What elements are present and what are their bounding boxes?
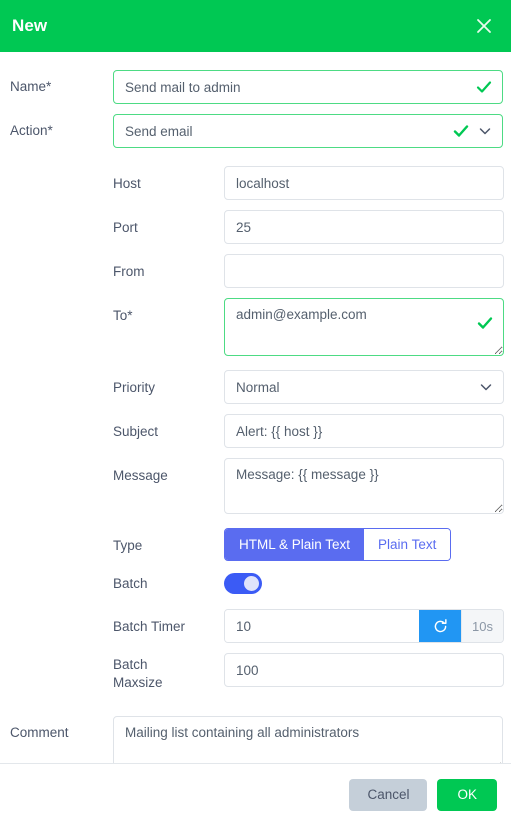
- label-message: Message: [113, 468, 168, 483]
- field-row-name: Name*: [0, 70, 511, 104]
- port-input[interactable]: [224, 210, 504, 244]
- field-from: [224, 254, 504, 288]
- refresh-icon: [434, 618, 447, 632]
- field-row-host: Host: [0, 166, 511, 200]
- field-row-type: Type HTML & Plain Text Plain Text: [0, 528, 511, 561]
- from-input[interactable]: [224, 254, 504, 288]
- field-row-subject: Subject: [0, 414, 511, 448]
- comment-textarea[interactable]: [113, 716, 503, 763]
- label-to: To*: [113, 308, 133, 323]
- field-type: HTML & Plain Text Plain Text: [224, 528, 504, 561]
- dialog-body: Name* Action*: [0, 52, 511, 763]
- label-batch: Batch: [113, 576, 148, 591]
- new-action-dialog: New Name* Action*: [0, 0, 511, 825]
- field-priority: [224, 370, 504, 404]
- field-to: [224, 298, 504, 356]
- type-segmented-control: HTML & Plain Text Plain Text: [224, 528, 452, 561]
- field-subject: [224, 414, 504, 448]
- field-row-from: From: [0, 254, 511, 288]
- batch-timer-group: 10s: [224, 609, 504, 643]
- name-input[interactable]: [113, 70, 503, 104]
- field-batch: [224, 573, 504, 599]
- batch-maxsize-input[interactable]: [224, 653, 504, 687]
- ok-button[interactable]: OK: [437, 778, 497, 811]
- label-type: Type: [113, 538, 143, 553]
- label-batch-timer: Batch Timer: [113, 619, 186, 634]
- label-port: Port: [113, 220, 138, 235]
- field-batch-timer: 10s: [224, 609, 504, 643]
- batch-toggle-switch[interactable]: [224, 573, 262, 594]
- field-row-batch-maxsize: Batch Maxsize: [0, 653, 511, 692]
- label-comment: Comment: [10, 725, 69, 740]
- host-input[interactable]: [224, 166, 504, 200]
- field-row-action: Action*: [0, 114, 511, 148]
- field-host: [224, 166, 504, 200]
- close-icon: [477, 19, 491, 33]
- field-row-port: Port: [0, 210, 511, 244]
- batch-timer-suffix: 10s: [461, 610, 503, 642]
- field-message: [224, 458, 504, 514]
- close-button[interactable]: [471, 13, 497, 39]
- type-option-plain[interactable]: Plain Text: [364, 529, 451, 560]
- label-subject: Subject: [113, 424, 159, 439]
- action-select[interactable]: [113, 114, 503, 148]
- priority-select[interactable]: [224, 370, 504, 404]
- field-action: [113, 114, 503, 148]
- subject-input[interactable]: [224, 414, 504, 448]
- dialog-title: New: [12, 16, 48, 35]
- toggle-knob: [244, 576, 259, 591]
- type-option-html-plain[interactable]: HTML & Plain Text: [225, 529, 365, 560]
- field-row-message: Message: [0, 458, 511, 514]
- dialog-header: New: [0, 0, 511, 52]
- label-priority: Priority: [113, 380, 156, 395]
- label-action: Action*: [10, 123, 53, 138]
- message-textarea[interactable]: [224, 458, 504, 514]
- field-row-priority: Priority: [0, 370, 511, 404]
- field-row-batch: Batch: [0, 573, 511, 599]
- field-batch-maxsize: [224, 653, 504, 687]
- field-name: [113, 70, 503, 104]
- dialog-footer: Cancel OK: [0, 763, 511, 825]
- field-comment: [113, 716, 503, 763]
- batch-timer-input[interactable]: [225, 610, 419, 642]
- label-batch-maxsize: Batch Maxsize: [113, 657, 163, 690]
- label-from: From: [113, 264, 145, 279]
- to-textarea[interactable]: [224, 298, 504, 356]
- field-row-batch-timer: Batch Timer 10s: [0, 609, 511, 643]
- cancel-button[interactable]: Cancel: [349, 778, 428, 811]
- batch-timer-refresh-button[interactable]: [419, 610, 461, 642]
- field-row-comment: Comment: [0, 716, 511, 763]
- label-name: Name*: [10, 79, 52, 94]
- valid-check-icon: [477, 317, 493, 329]
- field-port: [224, 210, 504, 244]
- label-host: Host: [113, 176, 141, 191]
- field-row-to: To*: [0, 298, 511, 356]
